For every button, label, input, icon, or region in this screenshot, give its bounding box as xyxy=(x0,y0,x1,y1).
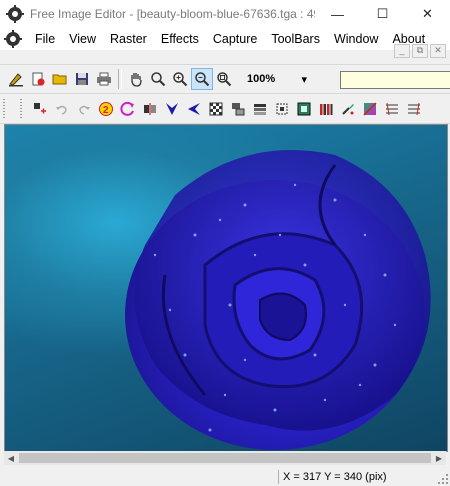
info-field xyxy=(340,71,450,89)
menu-effects[interactable]: Effects xyxy=(154,28,206,50)
number-icon[interactable]: 2 xyxy=(95,98,117,120)
image-canvas[interactable] xyxy=(4,124,448,452)
toolbar-grip[interactable] xyxy=(3,99,9,119)
menu-bar: File View Raster Effects Capture ToolBar… xyxy=(0,28,450,50)
title-bar: Free Image Editor - [beauty-bloom-blue-6… xyxy=(0,0,450,28)
grid2-icon[interactable] xyxy=(403,98,425,120)
redo-icon[interactable] xyxy=(73,98,95,120)
zoom-icon[interactable] xyxy=(147,68,169,90)
zoom-value: 100% xyxy=(247,73,276,85)
undo-icon[interactable] xyxy=(51,98,73,120)
maximize-button[interactable]: ☐ xyxy=(360,0,405,28)
mdi-controls: _ ⧉ ✕ xyxy=(394,44,450,58)
svg-text:2: 2 xyxy=(103,105,109,116)
rose-image xyxy=(125,150,431,450)
frame-icon[interactable] xyxy=(293,98,315,120)
save-icon[interactable] xyxy=(71,68,93,90)
paint-icon[interactable] xyxy=(5,68,27,90)
menu-toolbars[interactable]: ToolBars xyxy=(264,28,327,50)
open-folder-icon[interactable] xyxy=(49,68,71,90)
mdi-minimize-button[interactable]: _ xyxy=(394,44,410,58)
brush-icon[interactable] xyxy=(337,98,359,120)
grid-icon[interactable] xyxy=(381,98,403,120)
checker-icon[interactable] xyxy=(205,98,227,120)
cursor-coordinates: X = 317 Y = 340 (pix) xyxy=(278,470,387,484)
zoom-out-icon[interactable] xyxy=(191,68,213,90)
crop-icon[interactable] xyxy=(271,98,293,120)
app-menu-icon[interactable] xyxy=(4,30,22,48)
arrow-left-icon[interactable] xyxy=(183,98,205,120)
app-icon xyxy=(6,5,24,23)
toolbar-separator xyxy=(118,69,122,89)
main-toolbar: 100% ▾ xyxy=(0,64,450,94)
status-bar: X = 317 Y = 340 (pix) xyxy=(0,468,450,486)
chevron-down-icon: ▾ xyxy=(301,73,307,86)
zoom-fit-icon[interactable] xyxy=(213,68,235,90)
horizontal-scrollbar[interactable]: ◀ ▶ xyxy=(4,451,446,465)
mdi-close-button[interactable]: ✕ xyxy=(430,44,446,58)
arrow-down-icon[interactable] xyxy=(161,98,183,120)
scrollbar-thumb[interactable] xyxy=(19,453,431,463)
move-icon[interactable] xyxy=(29,98,51,120)
scroll-right-icon[interactable]: ▶ xyxy=(432,451,446,465)
bars-icon[interactable] xyxy=(315,98,337,120)
resize-grip-icon[interactable] xyxy=(438,474,448,484)
layers-icon[interactable] xyxy=(227,98,249,120)
toolbar-grip[interactable] xyxy=(20,99,26,119)
rotate-icon[interactable] xyxy=(117,98,139,120)
minimize-button[interactable]: — xyxy=(315,0,360,28)
menu-raster[interactable]: Raster xyxy=(103,28,154,50)
new-icon[interactable] xyxy=(27,68,49,90)
menu-window[interactable]: Window xyxy=(327,28,385,50)
hand-icon[interactable] xyxy=(125,68,147,90)
menu-file[interactable]: File xyxy=(28,28,62,50)
mdi-restore-button[interactable]: ⧉ xyxy=(412,44,428,58)
print-icon[interactable] xyxy=(93,68,115,90)
zoom-select[interactable]: 100% ▾ xyxy=(243,70,311,88)
close-button[interactable]: ✕ xyxy=(405,0,450,28)
menu-capture[interactable]: Capture xyxy=(206,28,264,50)
scroll-left-icon[interactable]: ◀ xyxy=(4,451,18,465)
zoom-in-icon[interactable] xyxy=(169,68,191,90)
flip-icon[interactable] xyxy=(139,98,161,120)
layers2-icon[interactable] xyxy=(249,98,271,120)
gradient-icon[interactable] xyxy=(359,98,381,120)
window-title: Free Image Editor - [beauty-bloom-blue-6… xyxy=(30,7,315,21)
menu-view[interactable]: View xyxy=(62,28,103,50)
edit-toolbar: 2 xyxy=(0,95,450,124)
